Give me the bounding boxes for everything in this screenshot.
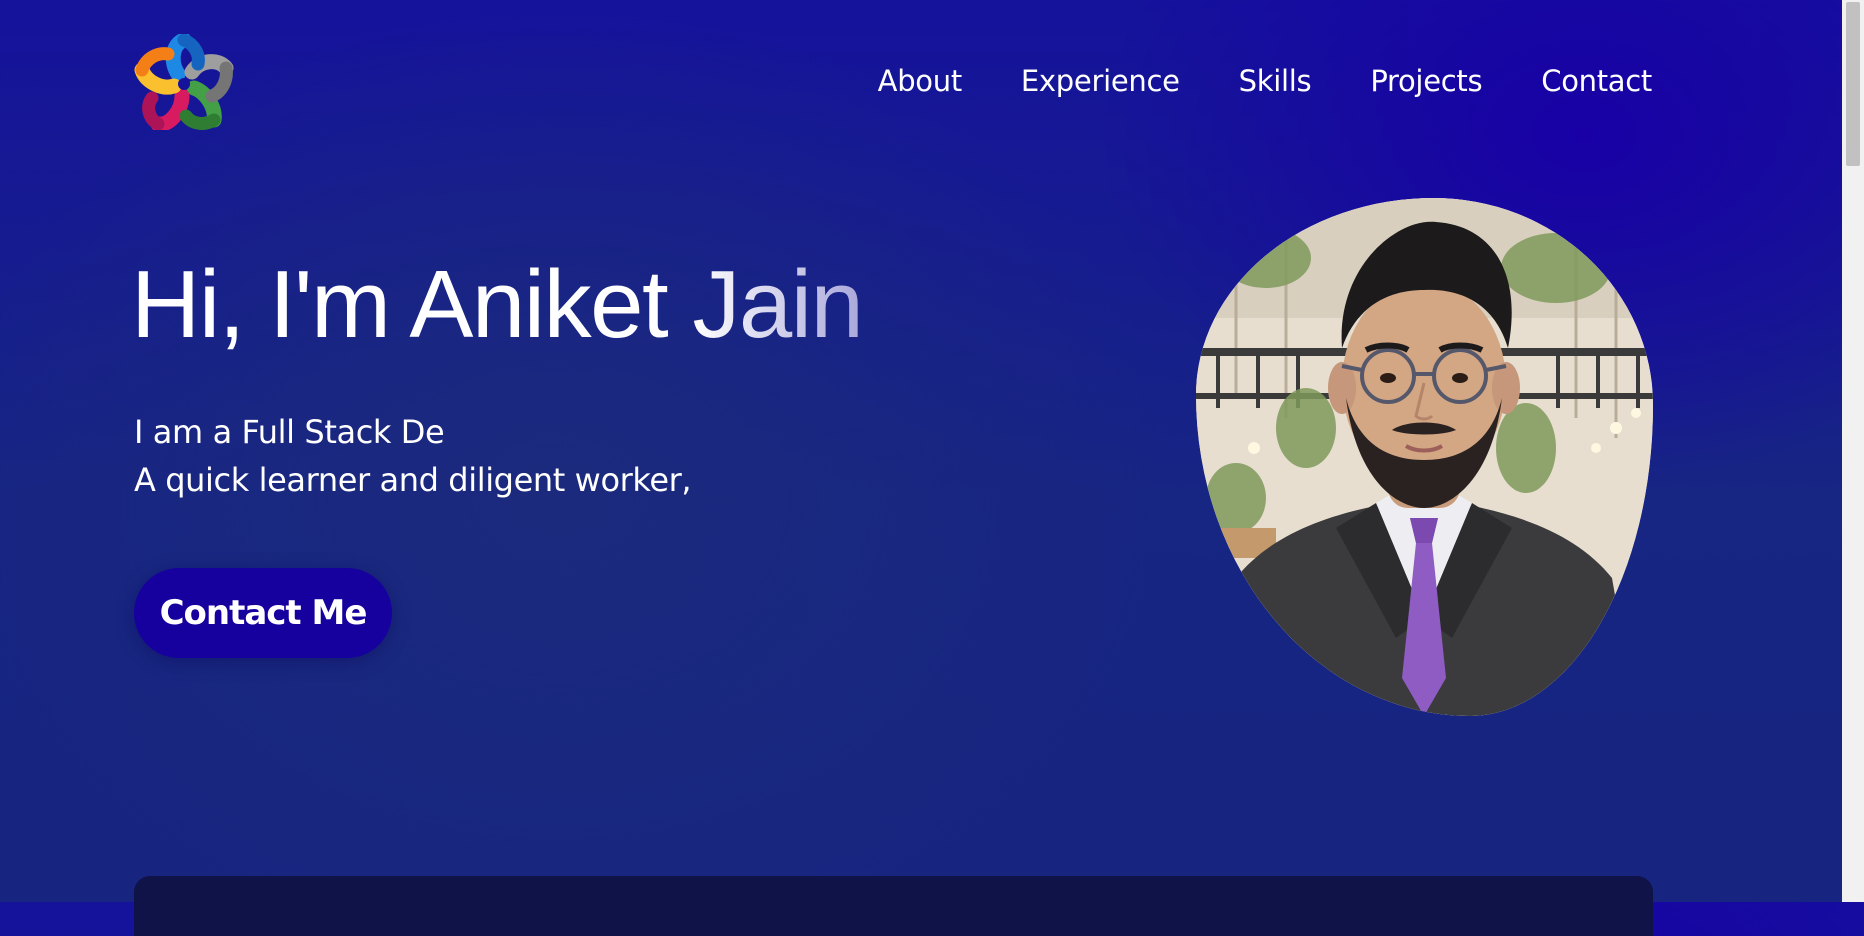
site-header: About Experience Skills Projects Contact xyxy=(0,0,1842,175)
page-scrollbar[interactable] xyxy=(1842,0,1864,902)
hero-title: Hi, I'm Aniket Jain xyxy=(131,250,864,360)
nav-about[interactable]: About xyxy=(878,64,963,98)
hero-desc-typing-line: I am a Full Stack De xyxy=(134,413,445,451)
hero-title-main: Hi, I'm Aniket xyxy=(131,251,693,358)
nav-experience[interactable]: Experience xyxy=(1021,64,1180,98)
nav-contact[interactable]: Contact xyxy=(1541,64,1652,98)
hero-desc-line: A quick learner and diligent worker, xyxy=(134,461,692,499)
section-card xyxy=(134,876,1653,936)
hero-title-highlight: Jain xyxy=(692,251,864,358)
scrollbar-thumb[interactable] xyxy=(1846,2,1860,166)
contact-me-button[interactable]: Contact Me xyxy=(134,568,392,658)
main-nav: About Experience Skills Projects Contact xyxy=(878,64,1653,98)
profile-photo xyxy=(1196,198,1653,716)
logo-icon[interactable] xyxy=(134,32,234,132)
nav-projects[interactable]: Projects xyxy=(1370,64,1482,98)
nav-skills[interactable]: Skills xyxy=(1239,64,1312,98)
hero-description: I am a Full Stack De A quick learner and… xyxy=(134,408,692,504)
